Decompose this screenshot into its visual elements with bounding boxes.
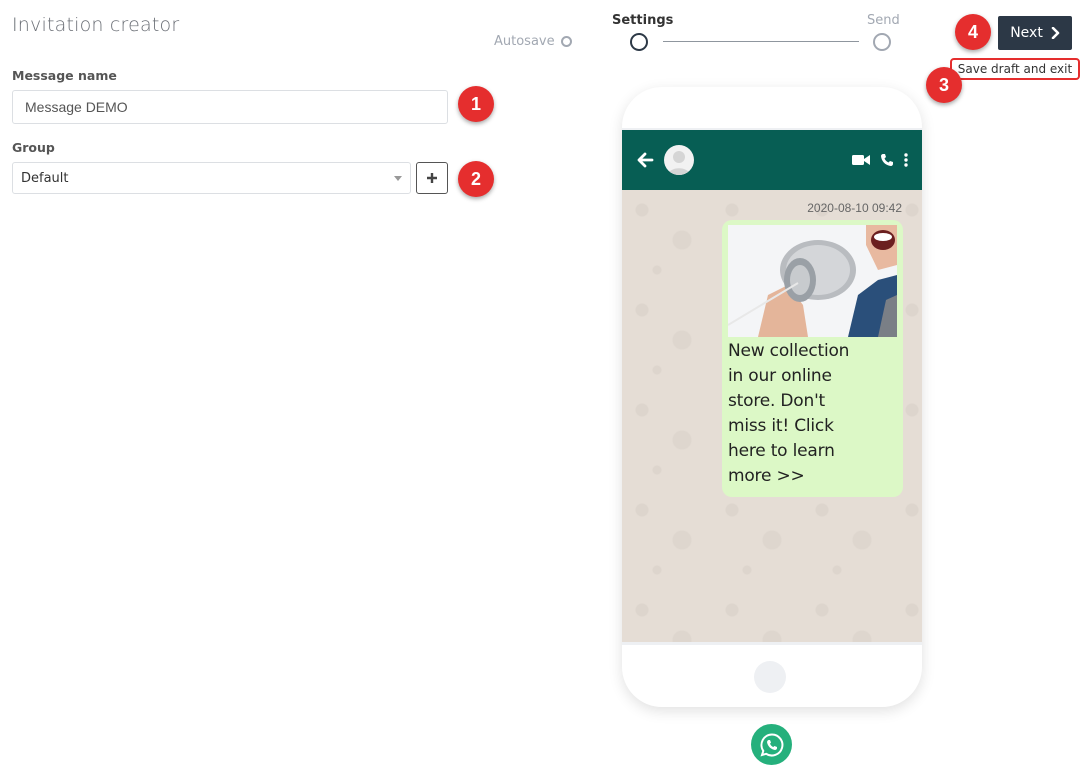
- autosave-status-icon: [560, 36, 572, 47]
- step-settings-circle[interactable]: [630, 33, 648, 51]
- step-settings-label: Settings: [612, 13, 674, 28]
- progress-stepper: Settings Send: [612, 13, 902, 53]
- whatsapp-channel-icon[interactable]: [751, 724, 792, 765]
- annotation-badge-1: 1: [458, 86, 494, 122]
- contact-avatar[interactable]: [664, 145, 694, 175]
- save-draft-and-exit-link[interactable]: Save draft and exit: [950, 58, 1080, 80]
- phone-bottom-divider: [622, 642, 922, 645]
- annotation-badge-3: 3: [926, 67, 962, 103]
- annotation-badge-2: 2: [458, 161, 494, 197]
- autosave-label: Autosave: [494, 34, 555, 49]
- step-send-circle[interactable]: [873, 33, 891, 51]
- video-camera-icon[interactable]: [852, 154, 870, 166]
- whatsapp-icon: [759, 732, 783, 756]
- plus-icon: [427, 173, 437, 183]
- user-icon: [668, 151, 690, 175]
- group-selected-value: Default: [21, 170, 69, 186]
- chat-header: [622, 130, 922, 190]
- phone-icon[interactable]: [880, 153, 894, 167]
- chevron-down-icon: [394, 175, 402, 181]
- more-vertical-icon[interactable]: [904, 153, 908, 167]
- chevron-right-icon: [1051, 27, 1060, 39]
- step-send-label: Send: [867, 13, 900, 28]
- next-button-label: Next: [1010, 25, 1043, 41]
- annotation-badge-4: 4: [955, 14, 991, 50]
- phone-home-button: [754, 661, 786, 693]
- chat-area: 2020-08-10 09:42 New collection in our o…: [622, 190, 922, 642]
- group-label: Group: [12, 140, 55, 155]
- save-draft-label: Save draft and exit: [957, 62, 1073, 76]
- message-name-label: Message name: [12, 68, 117, 83]
- arrow-left-icon[interactable]: [636, 151, 654, 169]
- page-title: Invitation creator: [12, 14, 180, 36]
- group-select[interactable]: Default: [12, 162, 411, 194]
- message-text[interactable]: New collection in our online store. Don'…: [728, 339, 858, 489]
- message-image: [728, 225, 897, 337]
- message-name-input[interactable]: [12, 90, 448, 124]
- add-group-button[interactable]: [416, 162, 448, 194]
- next-button[interactable]: Next: [998, 16, 1072, 50]
- phone-preview: 2020-08-10 09:42 New collection in our o…: [622, 87, 922, 707]
- message-bubble: New collection in our online store. Don'…: [722, 220, 903, 497]
- step-connector-line: [663, 41, 859, 42]
- message-timestamp: 2020-08-10 09:42: [807, 201, 902, 215]
- autosave-indicator: Autosave: [494, 34, 572, 49]
